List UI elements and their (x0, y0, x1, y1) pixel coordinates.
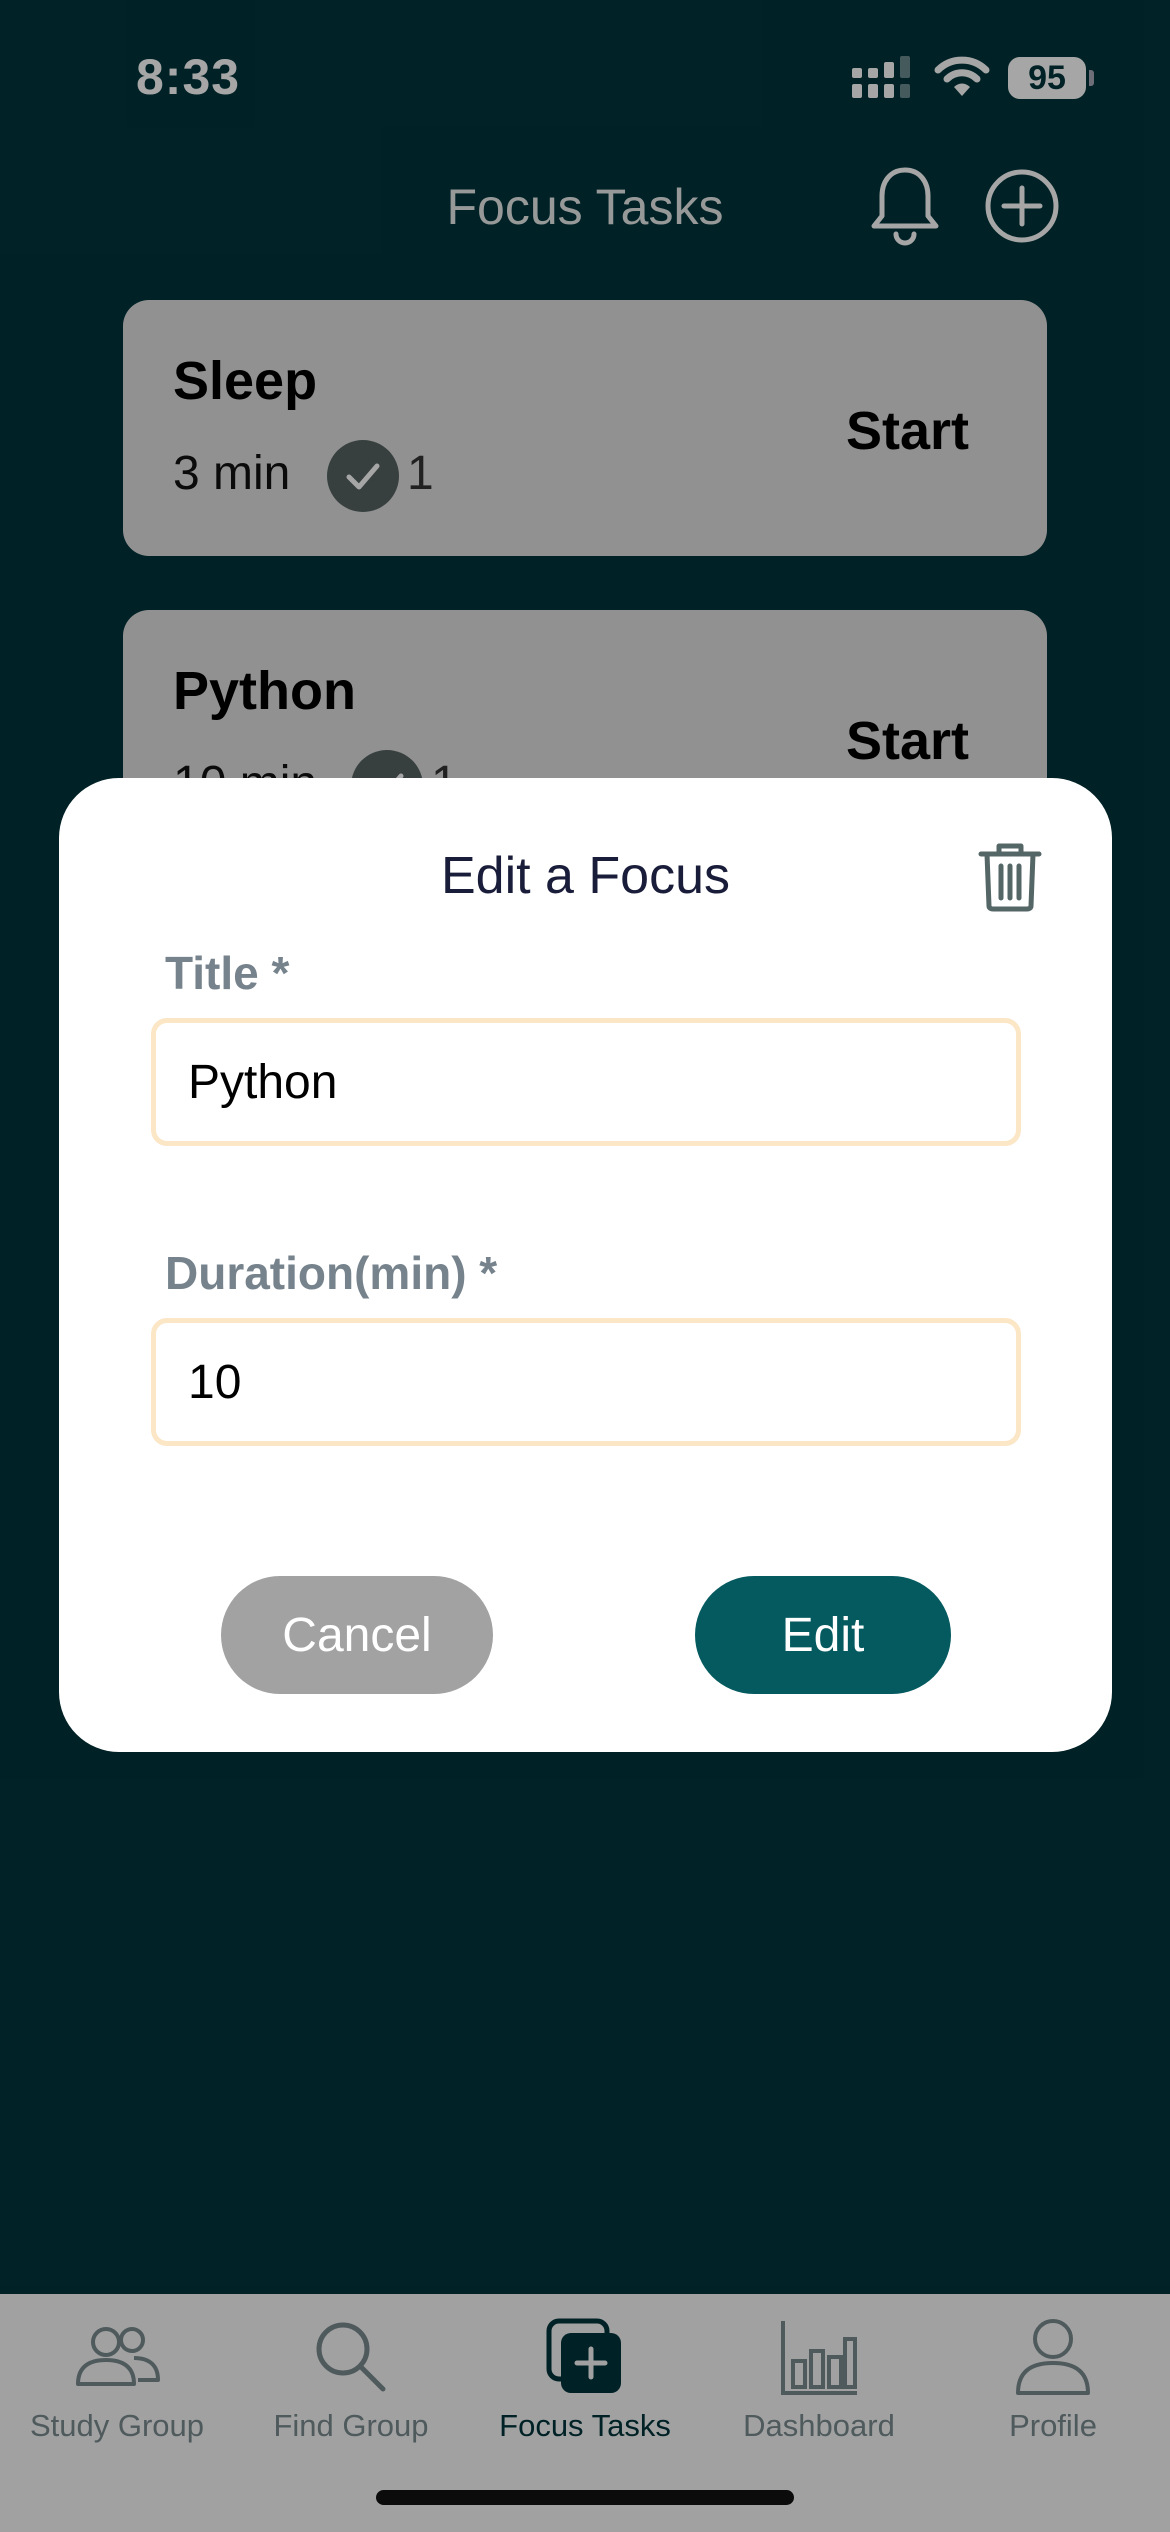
edit-button[interactable]: Edit (695, 1576, 951, 1694)
cancel-button[interactable]: Cancel (221, 1576, 493, 1694)
duration-field[interactable] (151, 1318, 1021, 1446)
edit-focus-dialog: Edit a Focus Title * Duration(min) * Can… (59, 778, 1112, 1752)
title-field[interactable] (151, 1018, 1021, 1146)
dialog-title: Edit a Focus (440, 847, 731, 905)
trash-icon[interactable] (977, 842, 1043, 912)
duration-field-label: Duration(min) * (165, 1247, 498, 1299)
title-field-label: Title * (165, 947, 290, 999)
